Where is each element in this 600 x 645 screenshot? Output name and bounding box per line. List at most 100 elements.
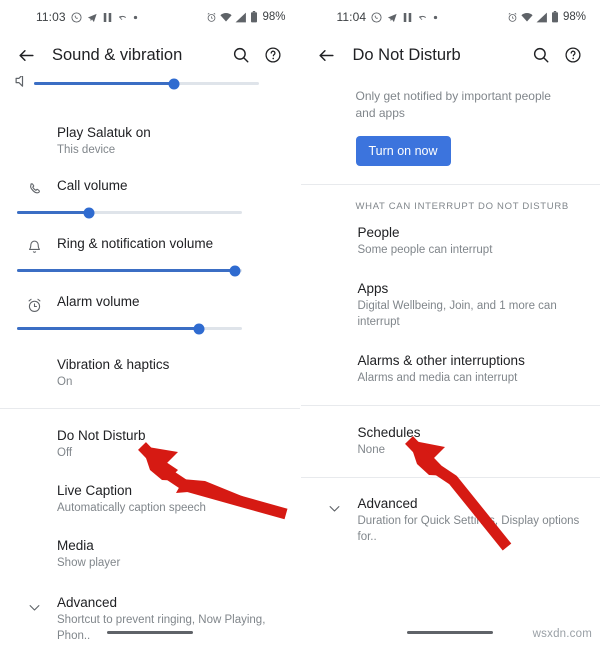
status-bar-left-group: 11:03 [36, 10, 138, 24]
battery-icon [250, 11, 258, 23]
watermark: wsxdn.com [532, 628, 592, 640]
list-item-subtitle: Duration for Quick Settings, Display opt… [357, 515, 580, 543]
list-item-title: Vibration & haptics [57, 357, 170, 372]
chevron-down-icon[interactable] [315, 495, 355, 516]
phone-screen-sound-vibration: 11:03 98% Sound & vibration Play Salatuk… [0, 0, 300, 645]
list-item-schedules[interactable]: Schedules None [301, 406, 600, 458]
media-volume-slider[interactable] [31, 76, 286, 89]
status-bar-left: 11:03 98% [0, 0, 300, 34]
signal-icon [536, 12, 548, 23]
alarm-volume-slider[interactable] [14, 314, 286, 334]
status-bar-clock: 11:03 [36, 10, 66, 24]
status-bar-clock: 11:04 [336, 10, 367, 24]
list-item-alarms-other-interruptions[interactable]: Alarms & other interruptions Alarms and … [301, 330, 600, 386]
call-volume-slider[interactable] [14, 198, 286, 218]
chevron-down-icon[interactable] [14, 594, 54, 615]
status-bar-left-group: 11:04 [337, 10, 439, 24]
list-item-body: Vibration & haptics On [54, 356, 286, 390]
back-button[interactable] [313, 41, 341, 69]
list-item-title: Media [57, 538, 94, 553]
list-item-do-not-disturb[interactable]: Do Not Disturb Off [0, 409, 300, 461]
missed-call-icon [117, 12, 128, 23]
battery-percent: 98% [262, 11, 286, 23]
help-icon[interactable] [258, 40, 288, 70]
list-item-play-salatuk[interactable]: Play Salatuk on This device [0, 102, 300, 158]
slider-row-alarm-volume[interactable] [0, 314, 300, 334]
list-item-live-caption[interactable]: Live Caption Automatically caption speec… [0, 461, 300, 516]
whatsapp-icon [71, 11, 82, 23]
dot-icon [133, 15, 138, 20]
dot-icon [433, 15, 438, 20]
list-item-advanced[interactable]: Advanced Duration for Quick Settings, Di… [301, 478, 600, 545]
signal-icon [235, 12, 247, 23]
alarm-icon [206, 12, 217, 23]
home-gesture-pill[interactable] [407, 631, 494, 634]
media-icon [14, 76, 31, 94]
list-item-icon-spacer [315, 224, 355, 228]
status-bar-right: 11:04 98% [301, 0, 600, 34]
list-item-icon-spacer [14, 482, 54, 486]
search-icon[interactable] [526, 40, 556, 70]
list-item-body: Schedules None [355, 424, 587, 458]
pause-icon [403, 12, 412, 23]
list-item-people[interactable]: People Some people can interrupt [301, 220, 600, 258]
turn-on-now-button[interactable]: Turn on now [355, 136, 451, 166]
list-item-icon-spacer [14, 537, 54, 541]
telegram-icon [87, 12, 98, 23]
list-item-subtitle: This device [57, 144, 116, 156]
battery-percent: 98% [562, 11, 586, 23]
home-gesture-pill[interactable] [106, 631, 193, 634]
list-item-subtitle: Alarms and media can interrupt [357, 372, 518, 384]
settings-list-left: Play Salatuk on This device Call volume [0, 76, 300, 644]
list-item-icon-spacer [315, 280, 355, 284]
list-item-subtitle: Digital Wellbeing, Join, and 1 more can … [357, 300, 557, 328]
alarm-icon [507, 12, 518, 23]
list-item-icon-spacer [14, 124, 54, 128]
list-item-icon-spacer [315, 352, 355, 356]
turn-on-now-wrapper: Turn on now [301, 122, 600, 184]
list-item-vibration-haptics[interactable]: Vibration & haptics On [0, 330, 300, 390]
bell-icon [14, 235, 54, 256]
list-item-subtitle: Some people can interrupt [357, 244, 493, 256]
app-bar-right: Do Not Disturb [301, 34, 600, 76]
search-icon[interactable] [226, 40, 256, 70]
list-item-body: People Some people can interrupt [355, 224, 587, 258]
call-icon [14, 177, 54, 198]
slider-row-call-volume[interactable] [0, 198, 300, 218]
slider-row-media-volume[interactable] [0, 76, 300, 102]
list-item-body: Alarm volume [54, 293, 286, 310]
list-item-apps[interactable]: Apps Digital Wellbeing, Join, and 1 more… [301, 258, 600, 330]
list-item-title: Advanced [57, 595, 118, 610]
telegram-icon [387, 12, 398, 23]
list-item-title: Apps [357, 281, 389, 296]
slider-row-ring-notification-volume[interactable] [0, 256, 300, 276]
list-item-title: Schedules [357, 425, 421, 440]
list-item-title: Call volume [57, 178, 128, 193]
list-item-media[interactable]: Media Show player [0, 516, 300, 571]
ring-volume-slider[interactable] [14, 256, 286, 276]
slider-fill [34, 82, 174, 85]
list-item-body: Call volume [54, 177, 286, 194]
dnd-description: Only get notified by important people an… [355, 89, 551, 120]
list-item-subtitle: Show player [57, 557, 121, 569]
back-button[interactable] [12, 41, 40, 69]
phone-screen-do-not-disturb: 11:04 98% Do Not Disturb Only get notifi… [299, 0, 600, 645]
list-item-ring-notification-volume[interactable]: Ring & notification volume [0, 214, 300, 256]
list-item-icon-spacer [315, 424, 355, 428]
help-icon[interactable] [558, 40, 588, 70]
list-item-body: Advanced Duration for Quick Settings, Di… [355, 495, 587, 545]
list-item-body: Ring & notification volume [54, 235, 286, 252]
list-item-body: Play Salatuk on This device [54, 124, 286, 158]
list-item-icon-spacer [14, 427, 54, 431]
list-item-call-volume[interactable]: Call volume [0, 158, 300, 198]
list-item-alarm-volume[interactable]: Alarm volume [0, 272, 300, 314]
page-title: Do Not Disturb [352, 45, 461, 64]
slider-track[interactable] [34, 78, 259, 89]
list-item-subtitle: On [57, 376, 73, 388]
list-item-body: Do Not Disturb Off [54, 427, 286, 461]
list-item-title: Do Not Disturb [57, 428, 146, 443]
page-title: Sound & vibration [52, 45, 183, 64]
slider-thumb [168, 78, 179, 89]
pause-icon [103, 12, 112, 23]
list-item-body: Media Show player [54, 537, 286, 571]
